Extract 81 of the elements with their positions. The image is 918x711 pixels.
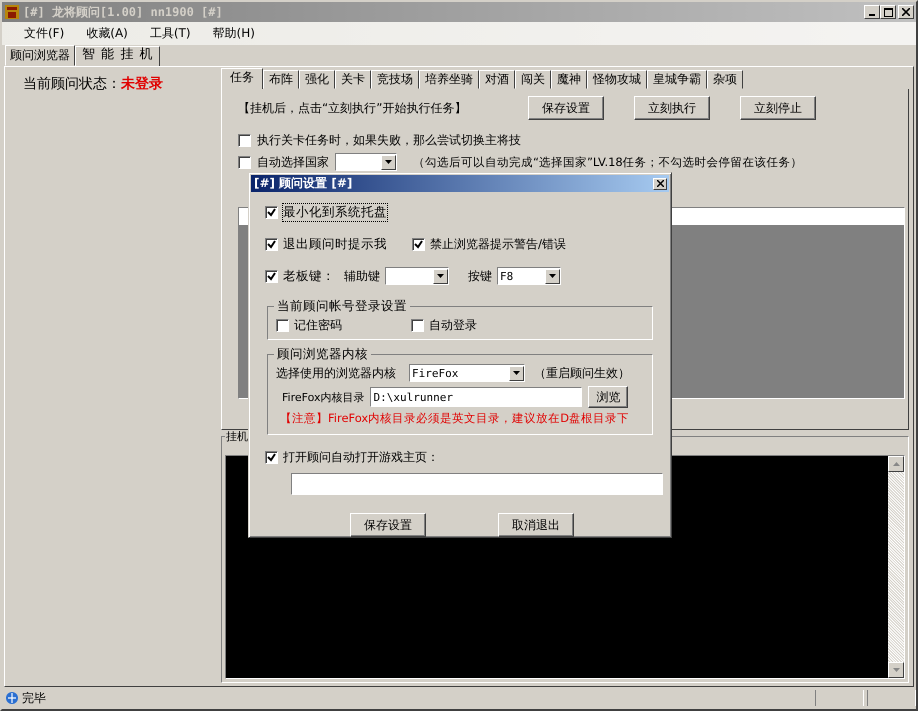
action-button[interactable]: 立刻执行 — [634, 96, 710, 120]
directory-field[interactable]: D:\xulrunner — [370, 387, 582, 407]
close-button[interactable] — [898, 5, 914, 19]
country-select[interactable] — [335, 153, 397, 171]
scrollbar[interactable] — [888, 456, 904, 678]
down-arrow-icon — [892, 668, 900, 672]
menu-item[interactable]: 收藏(A) — [78, 25, 142, 42]
modifier-select[interactable] — [385, 267, 449, 285]
tab[interactable]: 怪物攻城 — [587, 70, 647, 89]
dropdown-arrow-icon — [513, 371, 520, 375]
tab[interactable]: 布阵 — [263, 70, 299, 89]
option-label: 记住密码 — [294, 316, 343, 334]
status-text: 完毕 — [22, 690, 46, 706]
hint-text: 【挂机后，点击“立刻执行”开始执行任务】 — [238, 100, 468, 116]
engine-select[interactable]: FireFox — [409, 364, 525, 382]
tab[interactable]: 关卡 — [335, 70, 371, 89]
engine-label: 选择使用的浏览器内核 — [276, 364, 396, 382]
homepage-field[interactable] — [291, 473, 663, 495]
tab[interactable]: 皇城争霸 — [647, 70, 707, 89]
checkbox[interactable] — [238, 134, 251, 146]
checkbox[interactable] — [238, 156, 251, 168]
dialog-button[interactable]: 保存设置 — [350, 513, 426, 537]
option-label: 自动登录 — [429, 316, 478, 334]
option-label: 退出顾问时提示我 — [283, 236, 388, 252]
tab[interactable]: 智 能 挂 机 — [75, 46, 160, 66]
group-title: 当前顾问帐号登录设置 — [276, 298, 408, 315]
option-label: 最小化到系统托盘 — [283, 204, 387, 220]
key-select[interactable]: F8 — [497, 267, 561, 285]
group-label: 挂机 — [225, 430, 249, 444]
close-icon — [656, 180, 664, 187]
group-title: 顾问浏览器内核 — [276, 346, 369, 363]
maximize-button[interactable] — [880, 5, 896, 19]
menu-item[interactable]: 帮助(H) — [204, 25, 269, 42]
tab[interactable]: 魔神 — [551, 70, 587, 89]
checkbox[interactable] — [265, 450, 278, 464]
dropdown-arrow-icon — [437, 274, 444, 278]
status-value: 未登录 — [121, 75, 163, 93]
window-title: [#] 龙将顾问[1.00] nn1900 [#] — [23, 4, 223, 20]
up-arrow-icon — [892, 462, 900, 466]
status-bar-panel — [867, 690, 916, 706]
option-label: 老板键： — [283, 268, 336, 284]
minimize-button[interactable] — [864, 5, 880, 19]
status-bar-panel — [815, 690, 864, 706]
option-label: 禁止浏览器提示警告/错误 — [430, 236, 566, 252]
option-label: 执行关卡任务时，如果失败，那么尝试切换主将技 — [257, 132, 521, 148]
checkbox[interactable] — [265, 206, 278, 218]
directory-label: FireFox内核目录 — [282, 390, 364, 404]
dialog-button[interactable]: 取消退出 — [498, 513, 574, 537]
tab[interactable]: 任务 — [221, 68, 263, 89]
dialog-title: [#] 顾问设置 [#] — [254, 175, 352, 192]
checkbox[interactable] — [412, 238, 425, 250]
app-icon — [4, 4, 20, 20]
tab[interactable]: 对酒 — [479, 70, 515, 89]
tab[interactable]: 杂项 — [707, 70, 743, 89]
dropdown-arrow-icon — [385, 160, 392, 164]
option-note: （勾选后可以自动完成“选择国家”LV.18任务；不勾选时会停留在该任务） — [413, 154, 803, 170]
warning-text: 【注意】FireFox内核目录必须是英文目录，建议放在D盘根目录下 — [279, 411, 630, 426]
browse-button[interactable]: 浏览 — [588, 386, 628, 408]
modifier-label: 辅助键 — [344, 268, 380, 284]
status-label: 当前顾问状态： — [23, 75, 121, 93]
menu-item[interactable]: 文件(F) — [16, 25, 78, 42]
menu-item[interactable]: 工具(T) — [142, 25, 205, 42]
tab[interactable]: 顾问浏览器 — [5, 45, 75, 66]
close-button[interactable] — [653, 178, 667, 190]
checkbox[interactable] — [265, 238, 278, 250]
dropdown-arrow-icon — [549, 274, 556, 278]
key-label: 按键 — [468, 268, 492, 284]
option-label: 打开顾问自动打开游戏主页： — [283, 448, 439, 466]
tab[interactable]: 培养坐骑 — [419, 70, 479, 89]
checkbox[interactable] — [276, 318, 289, 332]
action-button[interactable]: 保存设置 — [528, 96, 604, 120]
checkbox[interactable] — [265, 270, 278, 282]
option-label: 自动选择国家 — [257, 154, 329, 170]
tab[interactable]: 强化 — [299, 70, 335, 89]
tab[interactable]: 竞技场 — [371, 70, 419, 89]
engine-note: （重启顾问生效） — [534, 364, 630, 382]
checkbox[interactable] — [411, 318, 424, 332]
close-icon — [902, 8, 910, 16]
action-button[interactable]: 立刻停止 — [740, 96, 816, 120]
tab[interactable]: 闯关 — [515, 70, 551, 89]
maximize-icon — [884, 8, 892, 16]
